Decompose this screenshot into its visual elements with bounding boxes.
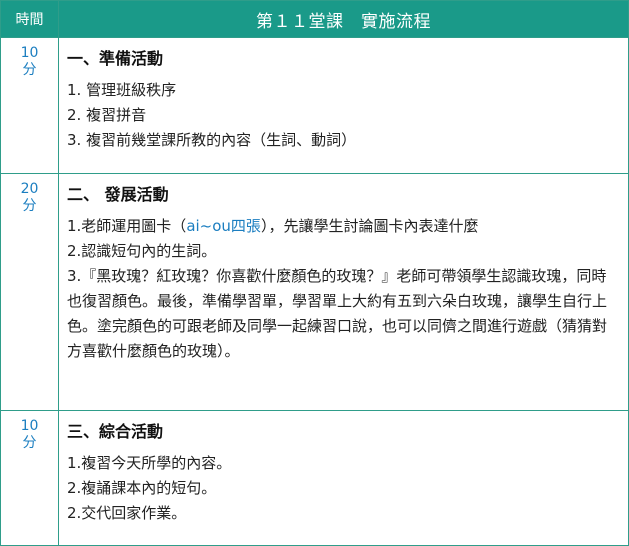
list-item: 2.複誦課本內的短句。 <box>67 479 217 497</box>
section-title: 三、綜合活動 <box>67 422 164 441</box>
time-cell: 20 分 <box>0 173 59 411</box>
time-unit: 分 <box>22 435 37 451</box>
time-column-header: 時間 <box>0 0 59 38</box>
list-item: 1.老師運用圖卡（ai~ou四張），先讓學生討論圖卡內表達什麼 <box>67 214 620 239</box>
table-row: 20 分 二、 發展活動 1.老師運用圖卡（ai~ou四張），先讓學生討論圖卡內… <box>0 173 629 411</box>
time-unit: 分 <box>22 62 37 78</box>
time-cell: 10 分 <box>0 410 59 546</box>
time-unit: 分 <box>22 198 37 214</box>
list-item: 2.交代回家作業。 <box>67 504 187 522</box>
list-item: 1.複習今天所學的內容。 <box>67 454 232 472</box>
item-suffix: ），先讓學生討論圖卡內表達什麼 <box>260 217 479 235</box>
header-row: 時間 第１１堂課 實施流程 <box>0 0 629 38</box>
section-title: 二、 發展活動 <box>67 185 169 204</box>
lesson-title-header: 第１１堂課 實施流程 <box>58 0 629 38</box>
lesson-plan-table: 時間 第１１堂課 實施流程 10 分 一、準備活動 1. 管理班級秩序 2. 複… <box>0 0 629 546</box>
content-cell: 二、 發展活動 1.老師運用圖卡（ai~ou四張），先讓學生討論圖卡內表達什麼 … <box>58 173 629 411</box>
list-item: 3. 複習前幾堂課所教的內容（生詞、動詞） <box>67 131 357 149</box>
list-item: 3.『黑玫瑰？紅玫瑰？你喜歡什麼顏色的玫瑰？』老師可帶領學生認識玫瑰，同時也復習… <box>67 267 608 360</box>
time-number: 10 <box>20 418 39 434</box>
time-number: 10 <box>20 45 39 61</box>
time-number: 20 <box>20 181 39 197</box>
content-cell: 一、準備活動 1. 管理班級秩序 2. 複習拼音 3. 複習前幾堂課所教的內容（… <box>58 37 629 174</box>
item-prefix: 1.老師運用圖卡（ <box>67 217 187 235</box>
section-title: 一、準備活動 <box>67 49 164 68</box>
list-item: 2. 複習拼音 <box>67 106 147 124</box>
time-cell: 10 分 <box>0 37 59 174</box>
list-item: 2.認識短句內的生詞。 <box>67 242 217 260</box>
table-row: 10 分 一、準備活動 1. 管理班級秩序 2. 複習拼音 3. 複習前幾堂課所… <box>0 37 629 174</box>
content-cell: 三、綜合活動 1.複習今天所學的內容。 2.複誦課本內的短句。 2.交代回家作業… <box>58 410 629 546</box>
highlight-text: ai~ou四張 <box>186 217 261 235</box>
list-item: 1. 管理班級秩序 <box>67 81 177 99</box>
table-row: 10 分 三、綜合活動 1.複習今天所學的內容。 2.複誦課本內的短句。 2.交… <box>0 410 629 546</box>
